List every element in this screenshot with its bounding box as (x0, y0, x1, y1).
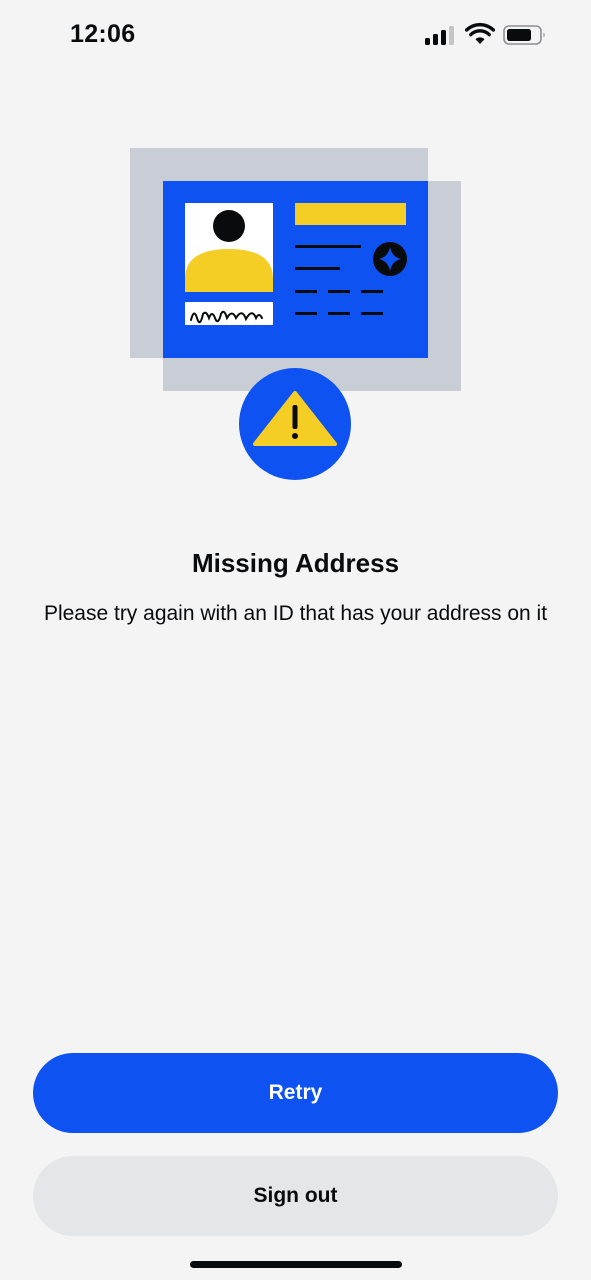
error-message: Please try again with an ID that has you… (43, 602, 548, 625)
cellular-signal-icon (425, 26, 454, 45)
page-title: Missing Address (191, 548, 400, 578)
id-card-warning-icon (130, 148, 461, 480)
home-indicator[interactable] (190, 1261, 402, 1268)
status-time: 12:06 (70, 20, 136, 48)
status-bar: 12:06 (0, 0, 591, 72)
retry-button[interactable]: Retry (33, 1053, 558, 1133)
wifi-icon (465, 23, 495, 44)
sign-out-button[interactable]: Sign out (33, 1156, 558, 1236)
battery-icon (503, 25, 545, 45)
